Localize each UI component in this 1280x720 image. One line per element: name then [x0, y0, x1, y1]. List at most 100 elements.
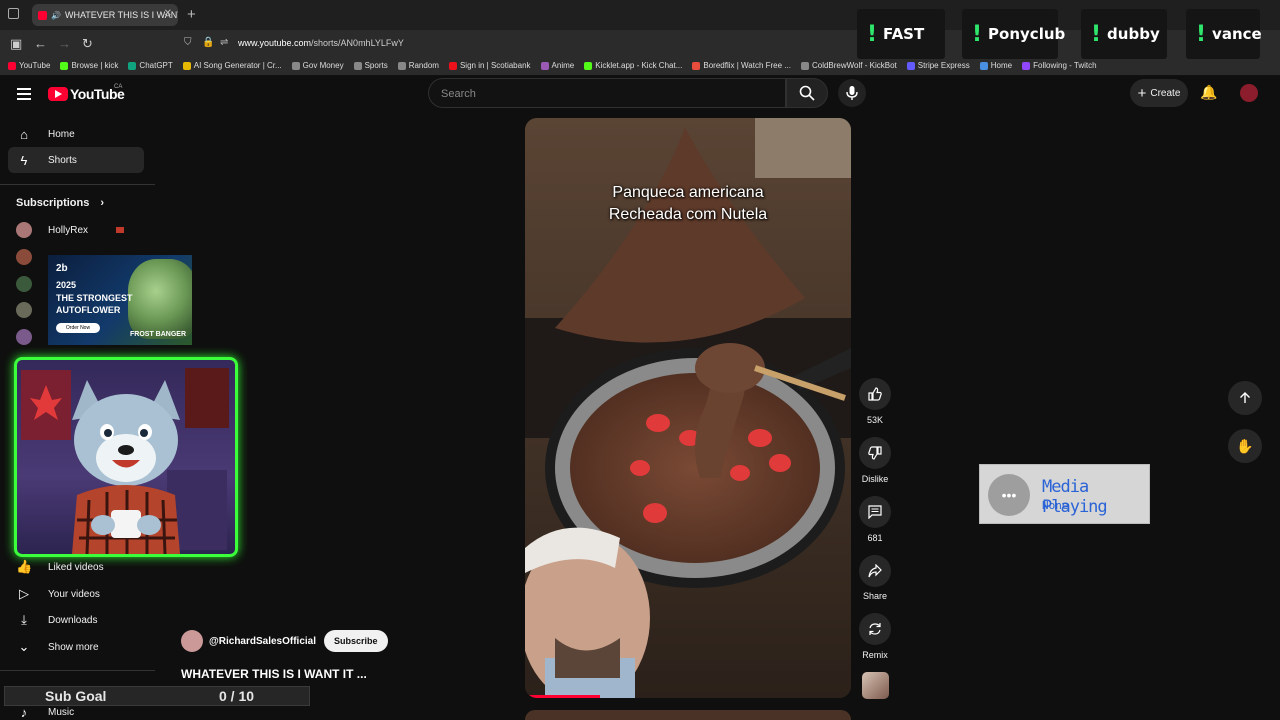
create-button[interactable]: + Create: [1130, 79, 1188, 107]
bookmark-item[interactable]: Browse | kick: [60, 61, 118, 70]
caption-line: Panqueca americana: [612, 184, 764, 201]
sidebar-item-shorts[interactable]: ϟ Shorts: [8, 147, 144, 173]
bookmark-favicon-icon: [182, 61, 191, 70]
bookmark-label: Home: [990, 61, 1013, 70]
bookmark-item[interactable]: Anime: [540, 61, 574, 70]
sidebar-item-show-more[interactable]: ⌄ Show more: [8, 634, 144, 660]
sidebar-subscription-item[interactable]: [16, 302, 48, 318]
previous-short-button[interactable]: [1228, 381, 1262, 415]
bookmark-item[interactable]: Following - Twitch: [1022, 61, 1097, 70]
forward-button[interactable]: →: [58, 36, 71, 51]
thumbs-up-icon: [868, 387, 882, 401]
close-tab-icon[interactable]: ✕: [164, 8, 172, 19]
play-box-icon: ▷: [19, 586, 29, 601]
bookmark-label: Following - Twitch: [1033, 61, 1097, 70]
channel-name[interactable]: @RichardSalesOfficial: [209, 636, 316, 647]
sidebar-item-your-videos[interactable]: ▷ Your videos: [8, 581, 144, 607]
bookmark-item[interactable]: YouTube: [8, 61, 50, 70]
url-host: www.youtube.com: [238, 38, 312, 48]
bookmark-item[interactable]: ChatGPT: [128, 61, 173, 70]
search-button[interactable]: [786, 78, 828, 108]
ad-cta-button[interactable]: Order Now: [56, 323, 100, 333]
bookmark-favicon-icon: [8, 61, 16, 70]
sidebar-item-label: Downloads: [48, 614, 98, 626]
chevron-right-icon: ›: [100, 197, 105, 209]
channel-avatar[interactable]: [181, 630, 203, 652]
dislike-button[interactable]: [859, 437, 891, 469]
bookmarks-bar: YouTube Browse | kick ChatGPT AI Song Gener…: [0, 56, 1280, 76]
bookmark-item[interactable]: Sports: [353, 61, 388, 70]
bookmark-label: ColdBrewWolf - KickBot: [811, 61, 897, 70]
browser-tab-active[interactable]: 🔊 WHATEVER THIS IS I WANT ✕: [32, 4, 178, 26]
bookmark-favicon-icon: [60, 61, 69, 70]
bookmark-item[interactable]: Kicklet.app - Kick Chat...: [584, 61, 682, 70]
reload-button[interactable]: ↻: [82, 36, 93, 52]
bookmark-item[interactable]: Gov Money: [291, 61, 344, 70]
notifications-bell-icon[interactable]: 🔔: [1200, 84, 1217, 101]
like-button[interactable]: [859, 378, 891, 410]
short-title[interactable]: WHATEVER THIS IS I WANT IT ...: [181, 667, 367, 681]
sponsor-ad-banner[interactable]: 2b 2025 THE STRONGEST AUTOFLOWER Order N…: [48, 255, 192, 345]
bookmark-item[interactable]: Home: [979, 61, 1013, 70]
arrow-up-icon: [1240, 392, 1250, 403]
url-path: /shorts/AN0mhLYLFwY: [311, 38, 404, 48]
sidebar-subscription-item[interactable]: [16, 276, 48, 292]
share-button[interactable]: [859, 555, 891, 587]
sidebar-item-downloads[interactable]: ⤓ Downloads: [8, 607, 144, 633]
channel-avatar: [16, 276, 32, 292]
speaker-icon[interactable]: 🔊: [51, 11, 61, 20]
menu-icon[interactable]: [17, 88, 31, 100]
lock-icon[interactable]: 🔒: [202, 37, 214, 48]
bookmark-item[interactable]: Stripe Express: [906, 61, 970, 70]
back-button[interactable]: ←: [34, 36, 47, 51]
ad-headline: THE STRONGEST: [56, 293, 133, 303]
bookmark-item[interactable]: ColdBrewWolf - KickBot: [800, 61, 897, 70]
bookmark-favicon-icon: [692, 61, 701, 70]
video-progress-bar[interactable]: [525, 695, 600, 698]
new-tab-button[interactable]: +: [187, 6, 196, 23]
bookmark-item[interactable]: Boredflix | Watch Free ...: [692, 61, 791, 70]
bookmark-item[interactable]: Random: [397, 61, 439, 70]
bookmark-favicon-icon: [397, 61, 406, 70]
channel-avatar: [16, 222, 32, 238]
shield-icon[interactable]: ⛉: [184, 37, 192, 48]
sidebar-subscriptions-heading[interactable]: Subscriptions ›: [16, 197, 104, 209]
subscribe-button[interactable]: Subscribe: [324, 630, 388, 652]
bookmark-item[interactable]: Sign in | Scotiabank: [448, 61, 531, 70]
remix-label: Remix: [862, 650, 888, 660]
search-input[interactable]: Search: [428, 78, 786, 108]
sidebar-subscription-item[interactable]: [16, 249, 48, 265]
tab-overview-icon[interactable]: [8, 8, 19, 19]
media-subtitle: None: [1042, 499, 1069, 512]
youtube-logo-icon[interactable]: [48, 87, 68, 101]
sidebar-item-home[interactable]: ⌂ Home: [8, 121, 144, 147]
bookmark-item[interactable]: AI Song Generator | Cr...: [182, 61, 282, 70]
bookmark-favicon-icon: [1022, 61, 1031, 70]
share-icon: [868, 564, 882, 578]
country-code: CA: [114, 84, 123, 90]
overlay-command-tag: ! Ponyclub: [962, 9, 1065, 59]
plus-icon: +: [1137, 84, 1147, 102]
voice-search-button[interactable]: [838, 79, 866, 107]
sidebar-subscription-item[interactable]: [16, 329, 48, 345]
next-short-preview[interactable]: [525, 710, 851, 720]
sub-goal-overlay: Sub Goal 0 / 10: [4, 686, 310, 706]
channel-avatar: [16, 249, 32, 265]
bookmark-favicon-icon: [291, 61, 300, 70]
bookmark-label: YouTube: [19, 61, 51, 70]
like-count: 53K: [866, 415, 883, 425]
sidebar-toggle-icon[interactable]: ▣: [10, 36, 22, 52]
page-settings-icon[interactable]: ⇌: [220, 37, 228, 48]
account-avatar[interactable]: [1240, 84, 1258, 102]
sidebar-subscription-item[interactable]: HollyRex: [16, 222, 125, 238]
channel-avatar: [16, 329, 32, 345]
audio-source-thumbnail[interactable]: [862, 672, 889, 699]
next-short-button[interactable]: ✋: [1228, 429, 1262, 463]
ad-product-name: FROST BANGER: [130, 331, 186, 338]
bookmark-label: Kicklet.app - Kick Chat...: [595, 61, 683, 70]
short-video-player[interactable]: Panqueca americana Recheada com Nutela: [525, 118, 851, 698]
remix-button[interactable]: [859, 613, 891, 645]
url-field[interactable]: www.youtube.com/shorts/AN0mhLYLFwY: [238, 38, 404, 48]
sidebar-item-liked-videos[interactable]: 👍 Liked videos: [8, 554, 144, 580]
comments-button[interactable]: [859, 496, 891, 528]
